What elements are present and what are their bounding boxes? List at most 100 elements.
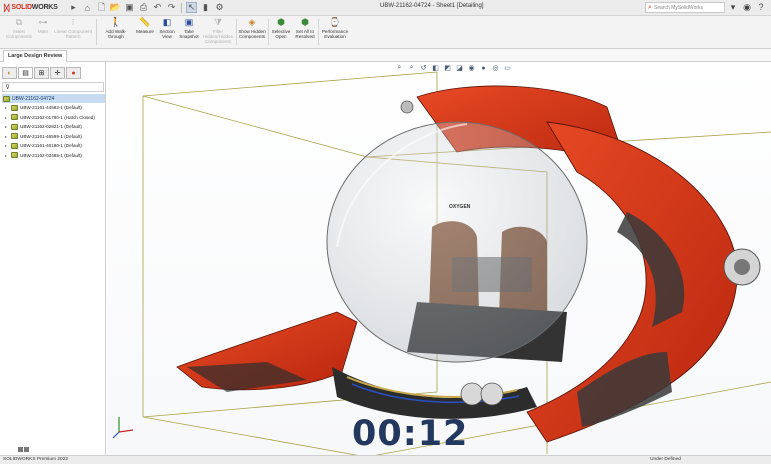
section-view-icon: ◧ — [162, 17, 172, 27]
display-manager-tab-icon[interactable]: ● — [66, 67, 81, 79]
scroll-left-icon[interactable] — [18, 447, 23, 452]
insert-components-icon: ⧉ — [15, 17, 23, 27]
linear-pattern-button[interactable]: ⁝ Linear Component Pattern — [53, 17, 93, 40]
submarine-model[interactable] — [176, 85, 761, 443]
feature-tree-filter-input[interactable]: ⊽ — [2, 82, 104, 92]
snapshot-icon: ▣ — [184, 17, 194, 27]
previous-view-icon[interactable]: ↺ — [419, 64, 428, 72]
component-label: UBW-21161-46599-1 (Default) — [20, 133, 82, 139]
edit-appearance-icon[interactable]: ● — [479, 65, 488, 72]
performance-evaluation-button[interactable]: ⌚ Performance Evaluation — [319, 17, 351, 40]
status-bar: SOLIDWORKS Premium 2022 Under Defined — [0, 455, 771, 464]
help-icon[interactable]: ? — [756, 2, 766, 13]
print-icon[interactable]: ⎙ — [138, 2, 149, 13]
panel-scroll-arrows[interactable] — [18, 447, 29, 452]
component-label: UBW-21162-03485-1 (Default) — [20, 152, 82, 158]
expand-caret-icon[interactable]: ▸ — [5, 134, 9, 139]
zoom-to-fit-icon[interactable]: ⌕ — [395, 64, 404, 72]
logo-brand: SOLID — [11, 4, 32, 11]
set-resolved-icon: ⬢ — [301, 17, 309, 27]
tree-item-component[interactable]: ▸ UBW-21162-03485-1 (Default) — [2, 151, 105, 161]
component-icon — [11, 152, 18, 159]
save-icon[interactable]: ▣ — [124, 2, 135, 13]
undo-icon[interactable]: ↶ — [152, 2, 163, 13]
graphics-area[interactable]: OXYGEN ⌕ ⌕ ↺ ◧ ◩ ◪ ◉ ● ◎ ▭ 00:12 — [107, 62, 771, 455]
search-input[interactable]: ⌕ Search MySolidWorks — [645, 2, 725, 13]
performance-evaluation-label: Performance Evaluation — [321, 29, 349, 39]
tree-item-component[interactable]: ▸ UBW-21162-01780-1 (Hatch Closed) — [2, 113, 105, 123]
component-icon — [11, 104, 18, 111]
tree-item-component[interactable]: ▸ UBW-21161-44582-1 (Default) — [2, 103, 105, 113]
expand-caret-icon[interactable]: ▸ — [5, 143, 9, 148]
component-label: UBW-21161-46180-1 (Default) — [20, 143, 82, 149]
walk-through-icon: 🚶 — [110, 17, 122, 27]
view-orientation-icon[interactable]: ◩ — [443, 64, 452, 72]
expand-caret-icon[interactable]: ▸ — [5, 115, 9, 120]
show-hidden-button[interactable]: ◈ Show Hidden Components — [238, 17, 266, 40]
command-ribbon: ⧉ Insert Components ⊶ Mate ⁝ Linear Comp… — [0, 16, 771, 49]
select-pointer-icon[interactable]: ↖ — [186, 2, 197, 13]
new-document-icon[interactable]: 🗋 — [96, 2, 107, 13]
options-gear-icon[interactable]: ⚙ — [214, 2, 225, 13]
expand-caret-icon[interactable]: ▸ — [5, 153, 9, 158]
tree-item-component[interactable]: ▸ UBW-21161-46599-1 (Default) — [2, 132, 105, 142]
tree-item-component[interactable]: ▸ UBW-21162-02821-1 (Default) — [2, 122, 105, 132]
configuration-manager-tab-icon[interactable]: ⊞ — [34, 67, 49, 79]
product-version: SOLIDWORKS Premium 2022 — [3, 457, 69, 462]
model-viewport[interactable]: OXYGEN — [107, 62, 771, 455]
quick-access-toolbar: ▸ ⌂ 🗋 📂 ▣ ⎙ ↶ ↷ ↖ ▮ ⚙ — [68, 2, 225, 13]
component-icon — [11, 142, 18, 149]
show-hidden-icon: ◈ — [248, 17, 256, 27]
property-manager-tab-icon[interactable]: ▤ — [18, 67, 33, 79]
assembly-icon — [3, 95, 10, 102]
selective-open-icon: ⬢ — [277, 17, 285, 27]
selective-open-button[interactable]: ⬢ Selective Open — [270, 17, 292, 40]
expand-caret-icon[interactable]: ▸ — [5, 124, 9, 129]
apply-scene-icon[interactable]: ◎ — [491, 64, 500, 72]
redo-icon[interactable]: ↷ — [166, 2, 177, 13]
feature-manager-panel: ◐ ▤ ⊞ ✛ ● ⊽ UBW-21162-04724 ▸ UBW-21161-… — [0, 62, 106, 455]
zoom-area-icon[interactable]: ⌕ — [407, 64, 416, 72]
section-view-button[interactable]: ◧ Section View — [157, 17, 177, 40]
mate-button[interactable]: ⊶ Mate — [34, 17, 52, 35]
component-icon — [11, 114, 18, 121]
tree-item-component[interactable]: ▸ UBW-21161-46180-1 (Default) — [2, 141, 105, 151]
expand-caret-icon[interactable]: ▸ — [5, 105, 9, 110]
add-walk-through-button[interactable]: 🚶 Add Walk-through — [99, 17, 133, 40]
traffic-light-icon[interactable]: ▮ — [200, 2, 211, 13]
measure-button[interactable]: 📏 Measure — [134, 17, 156, 35]
insert-components-button[interactable]: ⧉ Insert Components — [5, 17, 33, 40]
component-icon — [11, 123, 18, 130]
take-snapshot-button[interactable]: ▣ Take Snapshot — [178, 17, 200, 40]
definition-status: Under Defined — [650, 457, 681, 462]
tab-large-design-review[interactable]: Large Design Review — [3, 50, 68, 62]
scroll-right-icon[interactable] — [24, 447, 29, 452]
solidworks-logo[interactable]: ᛞ SOLIDWORKS — [0, 3, 62, 13]
insert-components-label: Insert Components — [5, 29, 33, 39]
view-settings-icon[interactable]: ▭ — [503, 64, 512, 72]
arrow-right-icon[interactable]: ▸ — [68, 2, 79, 13]
open-folder-icon[interactable]: 📂 — [110, 2, 121, 13]
feature-tree: UBW-21162-04724 ▸ UBW-21161-44582-1 (Def… — [2, 94, 105, 160]
performance-icon: ⌚ — [329, 17, 341, 27]
home-icon[interactable]: ⌂ — [82, 2, 93, 13]
filter-hidden-label: Filter Hidden/Hidden Components — [202, 29, 234, 44]
display-style-icon[interactable]: ◪ — [455, 64, 464, 72]
section-view-label: Section View — [159, 29, 175, 39]
ds-logo-icon: ᛞ — [4, 2, 10, 13]
account-icon[interactable]: ◉ — [742, 2, 752, 13]
set-all-resolved-button[interactable]: ⬢ Set All to Resolved — [293, 17, 317, 40]
feature-tree-tab-icon[interactable]: ◐ — [2, 67, 17, 79]
dropdown-icon[interactable]: ▾ — [728, 2, 738, 13]
mate-label: Mate — [37, 29, 49, 34]
axis-triad-icon — [112, 417, 134, 439]
heads-up-view-toolbar: ⌕ ⌕ ↺ ◧ ◩ ◪ ◉ ● ◎ ▭ — [395, 64, 512, 72]
filter-hidden-button[interactable]: ⧩ Filter Hidden/Hidden Components — [202, 17, 234, 45]
dimxpert-tab-icon[interactable]: ✛ — [50, 67, 65, 79]
filter-icon: ⊽ — [5, 84, 11, 91]
tree-root-assembly[interactable]: UBW-21162-04724 — [2, 94, 105, 103]
window-controls: ▾ ◉ ? – — [728, 2, 771, 13]
section-view-icon[interactable]: ◧ — [431, 64, 440, 72]
hide-show-icon[interactable]: ◉ — [467, 64, 476, 72]
mate-icon: ⊶ — [38, 17, 48, 27]
